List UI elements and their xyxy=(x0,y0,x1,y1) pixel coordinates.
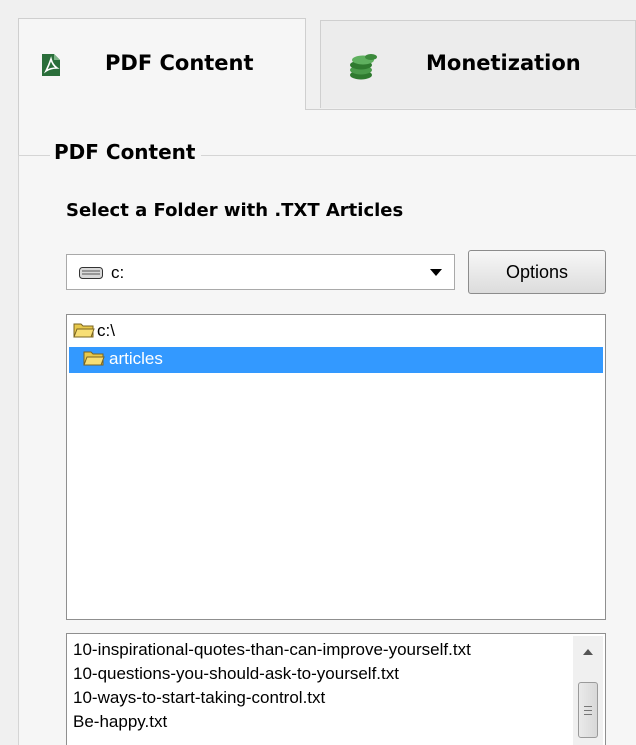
list-item[interactable]: Be-happy.txt xyxy=(73,712,167,732)
tree-item-label: articles xyxy=(109,349,163,368)
file-list[interactable]: 10-inspirational-quotes-than-can-improve… xyxy=(66,633,606,745)
tree-item-articles[interactable]: articles xyxy=(69,347,603,373)
tab-monetization[interactable]: Monetization xyxy=(320,20,636,108)
tree-item-label: c:\ xyxy=(97,321,115,340)
chevron-down-icon[interactable] xyxy=(430,269,442,276)
scroll-up-arrow-icon[interactable] xyxy=(577,642,599,664)
drive-value: c: xyxy=(111,263,125,282)
pdf-icon xyxy=(41,53,61,82)
list-item[interactable]: 10-ways-to-start-taking-control.txt xyxy=(73,688,325,708)
drive-select[interactable]: c: xyxy=(66,254,455,290)
folder-tree[interactable]: c:\ articles xyxy=(66,314,606,620)
vertical-scrollbar[interactable] xyxy=(573,636,603,745)
list-item[interactable]: 10-questions-you-should-ask-to-yourself.… xyxy=(73,664,399,684)
folder-open-icon xyxy=(73,321,95,344)
drive-icon xyxy=(79,266,103,284)
scroll-thumb[interactable] xyxy=(578,682,598,738)
tab-label: Monetization xyxy=(426,51,581,75)
folder-heading: Select a Folder with .TXT Articles xyxy=(66,200,404,221)
folder-open-icon xyxy=(83,349,105,372)
tab-label: PDF Content xyxy=(105,51,254,75)
group-title: PDF Content xyxy=(50,140,202,164)
options-button[interactable]: Options xyxy=(468,250,606,294)
tab-pdf-content[interactable]: PDF Content xyxy=(18,18,306,110)
coins-icon xyxy=(349,53,379,86)
list-item[interactable]: 10-inspirational-quotes-than-can-improve… xyxy=(73,640,471,660)
